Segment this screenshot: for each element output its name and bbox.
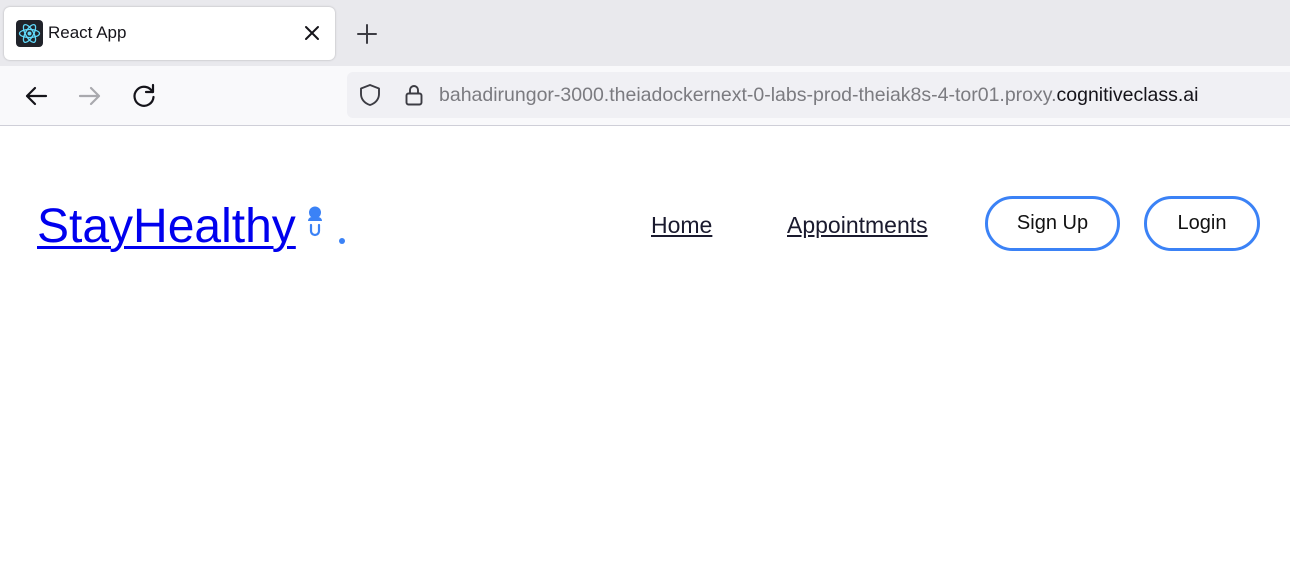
browser-tab[interactable]: React App <box>4 7 335 60</box>
doctor-stethoscope-icon <box>302 204 352 246</box>
arrow-right-icon[interactable] <box>74 80 106 112</box>
url-bar[interactable]: bahadirungor-3000.theiadockernext-0-labs… <box>347 72 1290 118</box>
url-domain: cognitiveclass.ai <box>1056 84 1199 106</box>
close-icon[interactable] <box>299 20 325 46</box>
sign-up-button[interactable]: Sign Up <box>985 196 1120 251</box>
url-prefix: bahadirungor-3000.theiadockernext-0-labs… <box>439 84 1057 106</box>
arrow-left-icon[interactable] <box>20 80 52 112</box>
brand-link[interactable]: StayHealthy <box>37 198 296 256</box>
browser-tab-strip: React App <box>0 0 1290 66</box>
plus-icon[interactable] <box>353 20 381 48</box>
login-button[interactable]: Login <box>1144 196 1260 251</box>
nav-link-home[interactable]: Home <box>651 209 712 241</box>
reload-icon[interactable] <box>128 80 160 112</box>
nav-link-appointments[interactable]: Appointments <box>787 209 928 241</box>
lock-icon[interactable] <box>402 83 426 107</box>
url-text[interactable]: bahadirungor-3000.theiadockernext-0-labs… <box>439 84 1198 106</box>
react-logo-icon <box>16 20 43 47</box>
tab-title: React App <box>48 23 127 42</box>
shield-icon[interactable] <box>358 83 382 107</box>
browser-toolbar: bahadirungor-3000.theiadockernext-0-labs… <box>0 66 1290 126</box>
